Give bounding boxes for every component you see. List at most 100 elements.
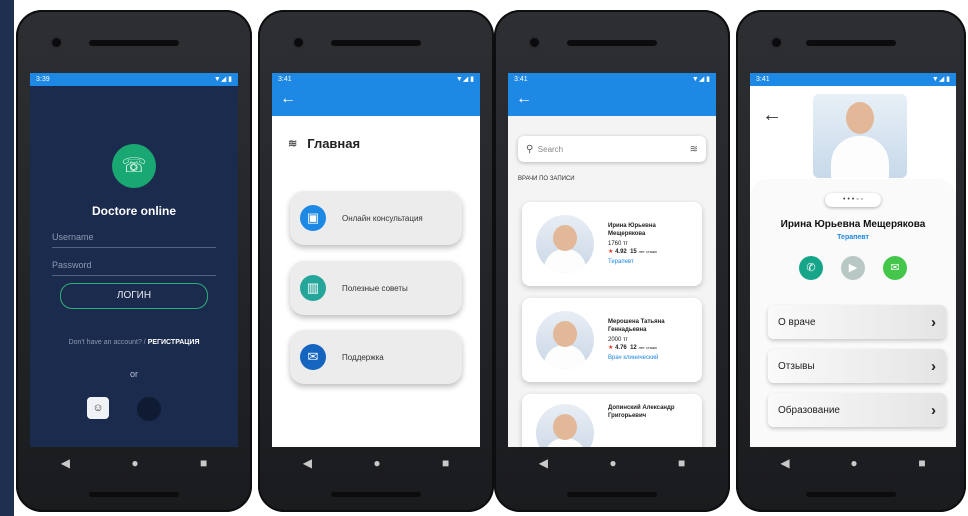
doctor-rating-row: ★ 4.76 12 лет стажа — [608, 344, 674, 352]
doctor-role: Врач клинический — [608, 355, 659, 361]
status-icons: ▼◢ ▮ — [455, 76, 474, 83]
nav-home-icon[interactable]: ● — [131, 456, 138, 470]
speaker-grille — [89, 40, 179, 46]
doctor-info: Мерошена Татьяна Геннадьевна 2000 тг ★ 4… — [608, 318, 674, 362]
row-education[interactable]: Образование › — [768, 393, 946, 427]
video-call-icon[interactable]: ▶ — [841, 256, 865, 280]
row-about-doctor[interactable]: О враче › — [768, 305, 946, 339]
card-support[interactable]: ✉ Поддержка — [290, 330, 462, 384]
doctor-photo — [536, 404, 594, 447]
bottom-speaker — [89, 492, 179, 497]
doctor-years: 15 — [630, 249, 637, 255]
signup-link[interactable]: РЕГИСТРАЦИЯ — [148, 339, 200, 346]
years-label: лет стажа — [638, 249, 657, 254]
search-field[interactable]: ⚲ Search — [526, 144, 563, 155]
front-camera — [294, 38, 303, 47]
status-icons: ▼◢ ▮ — [213, 76, 232, 83]
profile-screen: 3:41 ▼◢ ▮ ← • • • ◦ ◦ Ирина Юрьевна Меще… — [750, 73, 956, 447]
computer-icon: ▣ — [300, 205, 326, 231]
phone-profile: 3:41 ▼◢ ▮ ← • • • ◦ ◦ Ирина Юрьевна Меще… — [736, 10, 966, 512]
face-login-icon[interactable]: ☺ — [87, 397, 109, 419]
star-icon: ★ — [608, 345, 614, 351]
signup-text: Don't have an account? / — [68, 339, 146, 346]
status-bar: 3:41 ▼◢ ▮ — [508, 73, 716, 86]
doctor-price: 1760 тг — [608, 241, 628, 247]
status-time: 3:41 — [514, 76, 528, 83]
card-useful-tips[interactable]: ▥ Полезные советы — [290, 261, 462, 315]
doctor-card[interactable]: Ирина Юрьевна Мещерякова 1760 тг ★ 4.92 … — [522, 202, 702, 286]
login-button[interactable]: ЛОГИН — [60, 283, 208, 309]
bottom-speaker — [806, 492, 896, 497]
doctor-name: Ирина Юрьевна Мещерякова — [608, 223, 656, 237]
nav-back-icon[interactable]: ◀ — [780, 456, 789, 470]
doctor-rating: 4.92 — [615, 249, 627, 255]
doctor-photo — [536, 311, 594, 369]
password-field[interactable]: Password — [52, 260, 216, 276]
chat-icon[interactable]: ✉ — [883, 256, 907, 280]
home-screen: 3:41 ▼◢ ▮ ← ≋ Главная ▣ Онлайн консульта… — [272, 73, 480, 447]
star-icon: ★ — [608, 249, 614, 255]
nav-recents-icon[interactable]: ■ — [442, 456, 449, 470]
back-arrow-icon[interactable]: ← — [280, 90, 296, 107]
front-camera — [530, 38, 539, 47]
phone-call-icon[interactable]: ✆ — [799, 256, 823, 280]
nav-home-icon[interactable]: ● — [850, 456, 857, 470]
bottom-speaker — [567, 492, 657, 497]
status-icons: ▼◢ ▮ — [691, 76, 710, 83]
android-navbar: ◀ ● ■ — [272, 448, 480, 478]
status-bar: 3:39 ▼◢ ▮ — [30, 73, 238, 86]
nav-home-icon[interactable]: ● — [373, 456, 380, 470]
doctor-name: Допинский Александр Григорьевич — [608, 405, 675, 419]
or-divider: or — [129, 369, 138, 379]
card-online-consultation[interactable]: ▣ Онлайн консультация — [290, 191, 462, 245]
filter-icon[interactable]: ≋ — [690, 144, 698, 155]
speaker-grille — [806, 40, 896, 46]
nav-back-icon[interactable]: ◀ — [539, 456, 548, 470]
page-title: Главная — [307, 136, 361, 151]
dark-login-icon[interactable] — [137, 397, 161, 421]
phone-login: 3:39 ▼◢ ▮ ☏ Doctore online Username Pass… — [16, 10, 252, 512]
doctors-screen: 3:41 ▼◢ ▮ ← ⚲ Search ≋ ВРАЧИ ПО ЗАПИСИ И… — [508, 73, 716, 447]
card-label: Поддержка — [342, 352, 384, 362]
page-header: ≋ Главная — [272, 116, 480, 151]
back-arrow-icon[interactable]: ← — [762, 104, 782, 127]
search-bar[interactable]: ⚲ Search ≋ — [518, 136, 706, 162]
speaker-grille — [331, 40, 421, 46]
android-navbar: ◀ ● ■ — [750, 448, 956, 478]
nav-recents-icon[interactable]: ■ — [200, 456, 207, 470]
front-camera — [52, 38, 61, 47]
back-arrow-icon[interactable]: ← — [516, 90, 532, 107]
doctor-name: Мерошена Татьяна Геннадьевна — [608, 319, 665, 333]
years-label: лет стажа — [638, 345, 657, 350]
nav-home-icon[interactable]: ● — [609, 456, 616, 470]
doctor-years: 12 — [630, 345, 637, 351]
bottom-speaker — [331, 492, 421, 497]
android-navbar: ◀ ● ■ — [30, 448, 238, 478]
status-time: 3:41 — [756, 76, 770, 83]
row-reviews[interactable]: Отзывы › — [768, 349, 946, 383]
doctor-photo — [536, 215, 594, 273]
doctor-rating: 4.76 — [615, 345, 627, 351]
nav-back-icon[interactable]: ◀ — [61, 456, 70, 470]
search-icon: ⚲ — [526, 143, 534, 155]
doctor-photo — [813, 94, 907, 178]
nav-back-icon[interactable]: ◀ — [303, 456, 312, 470]
chevron-right-icon: › — [931, 313, 936, 331]
status-bar: 3:41 ▼◢ ▮ — [750, 73, 956, 86]
search-placeholder: Search — [537, 144, 564, 154]
card-label: Полезные советы — [342, 283, 408, 293]
username-field[interactable]: Username — [52, 232, 216, 248]
doctor-card[interactable]: Допинский Александр Григорьевич — [522, 394, 702, 447]
phone-home: 3:41 ▼◢ ▮ ← ≋ Главная ▣ Онлайн консульта… — [258, 10, 494, 512]
nav-recents-icon[interactable]: ■ — [678, 456, 685, 470]
left-edge-strip — [0, 0, 14, 516]
doctor-card[interactable]: Мерошена Татьяна Геннадьевна 2000 тг ★ 4… — [522, 298, 702, 382]
app-bar: ← — [508, 86, 716, 116]
profile-sheet: • • • ◦ ◦ Ирина Юрьевна Мещерякова Терап… — [750, 179, 956, 447]
login-panel: ☏ Doctore online Username Password ЛОГИН… — [30, 86, 238, 447]
nav-recents-icon[interactable]: ■ — [918, 456, 925, 470]
chevron-right-icon: › — [931, 357, 936, 375]
filter-icon[interactable]: ≋ — [288, 137, 297, 150]
chat-doctor-logo-icon: ☏ — [112, 144, 156, 188]
status-time: 3:39 — [36, 76, 50, 83]
